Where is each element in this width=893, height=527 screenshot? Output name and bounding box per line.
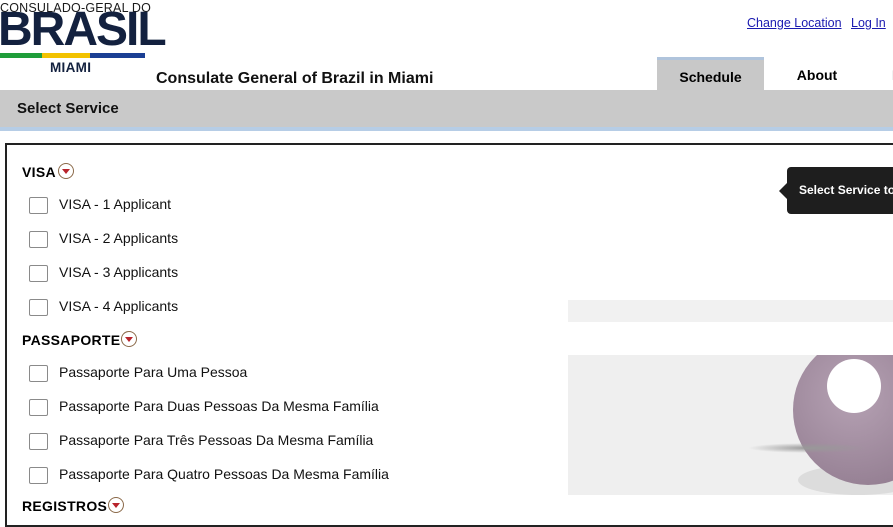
service-label: VISA - 3 Applicants [59,264,179,280]
service-checkbox[interactable] [29,399,48,416]
select-service-heading: Select Service [17,100,119,117]
service-checkbox[interactable] [29,197,48,214]
select-service-tooltip: Select Service to [779,167,893,214]
decorative-shadow-small [748,443,868,453]
page-title: Consulate General of Brazil in Miami [156,70,434,87]
section-heading-visa: VISA [22,164,56,180]
service-checkbox[interactable] [29,365,48,382]
change-location-link[interactable]: Change Location [747,16,842,30]
service-checkbox[interactable] [29,299,48,316]
decorative-ring [793,355,893,485]
chevron-down-icon[interactable] [108,497,124,513]
login-link[interactable]: Log In [851,16,886,30]
tab-more[interactable]: I [884,58,893,90]
service-checkbox[interactable] [29,467,48,484]
service-checkbox[interactable] [29,433,48,450]
decorative-band [568,300,893,322]
service-label: VISA - 2 Applicants [59,230,179,246]
logo-city: MIAMI [50,60,92,75]
service-label: Passaporte Para Quatro Pessoas Da Mesma … [59,466,389,482]
service-checkbox[interactable] [29,265,48,282]
service-label: Passaporte Para Duas Pessoas Da Mesma Fa… [59,398,379,414]
select-service-bar: Select Service [0,90,893,131]
service-checkbox[interactable] [29,231,48,248]
service-label: VISA - 1 Applicant [59,196,172,212]
tab-about[interactable]: About [772,58,862,90]
tab-schedule[interactable]: Schedule [657,57,764,92]
section-heading-passaporte: PASSAPORTE [22,332,121,348]
chevron-down-icon[interactable] [58,163,74,179]
logo-stripe-green [0,53,42,58]
logo-main-text: BRASIL [0,3,167,56]
consulate-logo[interactable]: CONSULADO-GERAL DO BRASIL MIAMI [0,0,167,80]
logo-stripe-yellow [42,53,90,58]
logo-stripe-blue [90,53,145,58]
chevron-down-icon[interactable] [121,331,137,347]
service-label: Passaporte Para Uma Pessoa [59,364,248,380]
service-label: Passaporte Para Três Pessoas Da Mesma Fa… [59,432,374,448]
tooltip-text: Select Service to [799,183,893,197]
decorative-ring-hole [827,359,881,413]
decorative-graphic [568,355,893,495]
service-label: VISA - 4 Applicants [59,298,179,314]
section-heading-registros: REGISTROS [22,498,108,514]
